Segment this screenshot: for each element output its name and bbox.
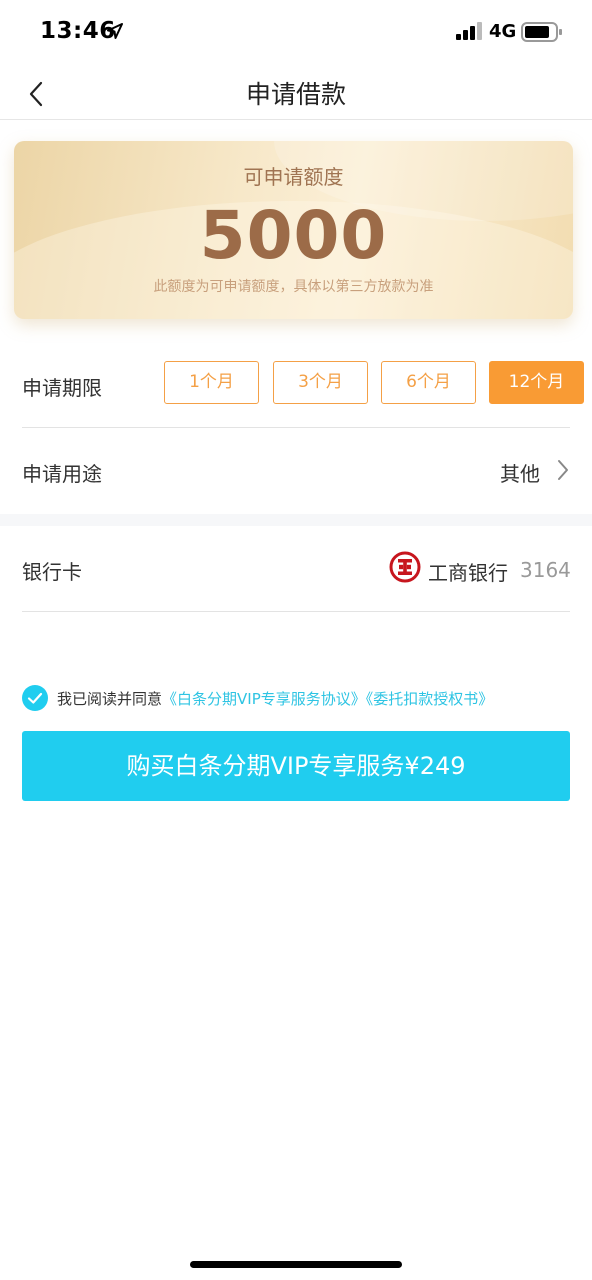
checkbox-checked-icon[interactable] — [22, 685, 48, 711]
divider — [22, 611, 570, 612]
bank-name[interactable]: 工商银行 — [428, 557, 508, 586]
battery-icon — [521, 22, 562, 42]
bank-card-tail[interactable]: 3164 — [520, 558, 571, 582]
home-indicator — [190, 1261, 402, 1268]
agreement-prefix: 我已阅读并同意 — [57, 690, 163, 708]
agreement-text: 我已阅读并同意《白条分期VIP专享服务协议》《委托扣款授权书》 — [57, 688, 493, 709]
term-option-1-month[interactable]: 1个月 — [164, 361, 259, 404]
term-option-12-months[interactable]: 12个月 — [489, 361, 584, 404]
debit-authorization-link[interactable]: 《委托扣款授权书》 — [366, 690, 494, 708]
term-option-6-months[interactable]: 6个月 — [381, 361, 476, 404]
credit-limit-card: 可申请额度 5000 此额度为可申请额度，具体以第三方放款为准 — [14, 141, 573, 319]
purpose-label: 申请用途 — [22, 462, 102, 486]
divider — [22, 427, 570, 428]
term-option-3-months[interactable]: 3个月 — [273, 361, 368, 404]
bank-card-label: 银行卡 — [22, 560, 82, 584]
status-bar: 13:46 4G — [0, 0, 592, 64]
buy-vip-service-button[interactable]: 购买白条分期VIP专享服务¥249 — [22, 731, 570, 801]
credit-limit-label: 可申请额度 — [243, 165, 344, 189]
network-label: 4G — [489, 21, 517, 42]
page-title: 申请借款 — [245, 80, 346, 109]
chevron-right-icon[interactable] — [556, 459, 570, 481]
loan-application-page: 13:46 4G 申请借款 可申请额度 5000 此额度为可申请额度，具体以第三… — [0, 0, 592, 1280]
credit-limit-note: 此额度为可申请额度，具体以第三方放款为准 — [153, 279, 434, 295]
credit-limit-amount: 5000 — [199, 197, 388, 274]
nav-bar: 申请借款 — [0, 64, 592, 120]
icbc-logo-icon — [389, 551, 421, 583]
signal-icon — [456, 22, 482, 40]
term-label: 申请期限 — [22, 376, 102, 400]
section-gap — [0, 514, 592, 526]
status-time: 13:46 — [40, 18, 116, 44]
vip-service-agreement-link[interactable]: 《白条分期VIP专享服务协议》 — [162, 690, 366, 708]
term-options: 1个月 3个月 6个月 12个月 — [164, 361, 592, 405]
location-arrow-icon — [107, 23, 123, 39]
purpose-value[interactable]: 其他 — [500, 458, 540, 487]
